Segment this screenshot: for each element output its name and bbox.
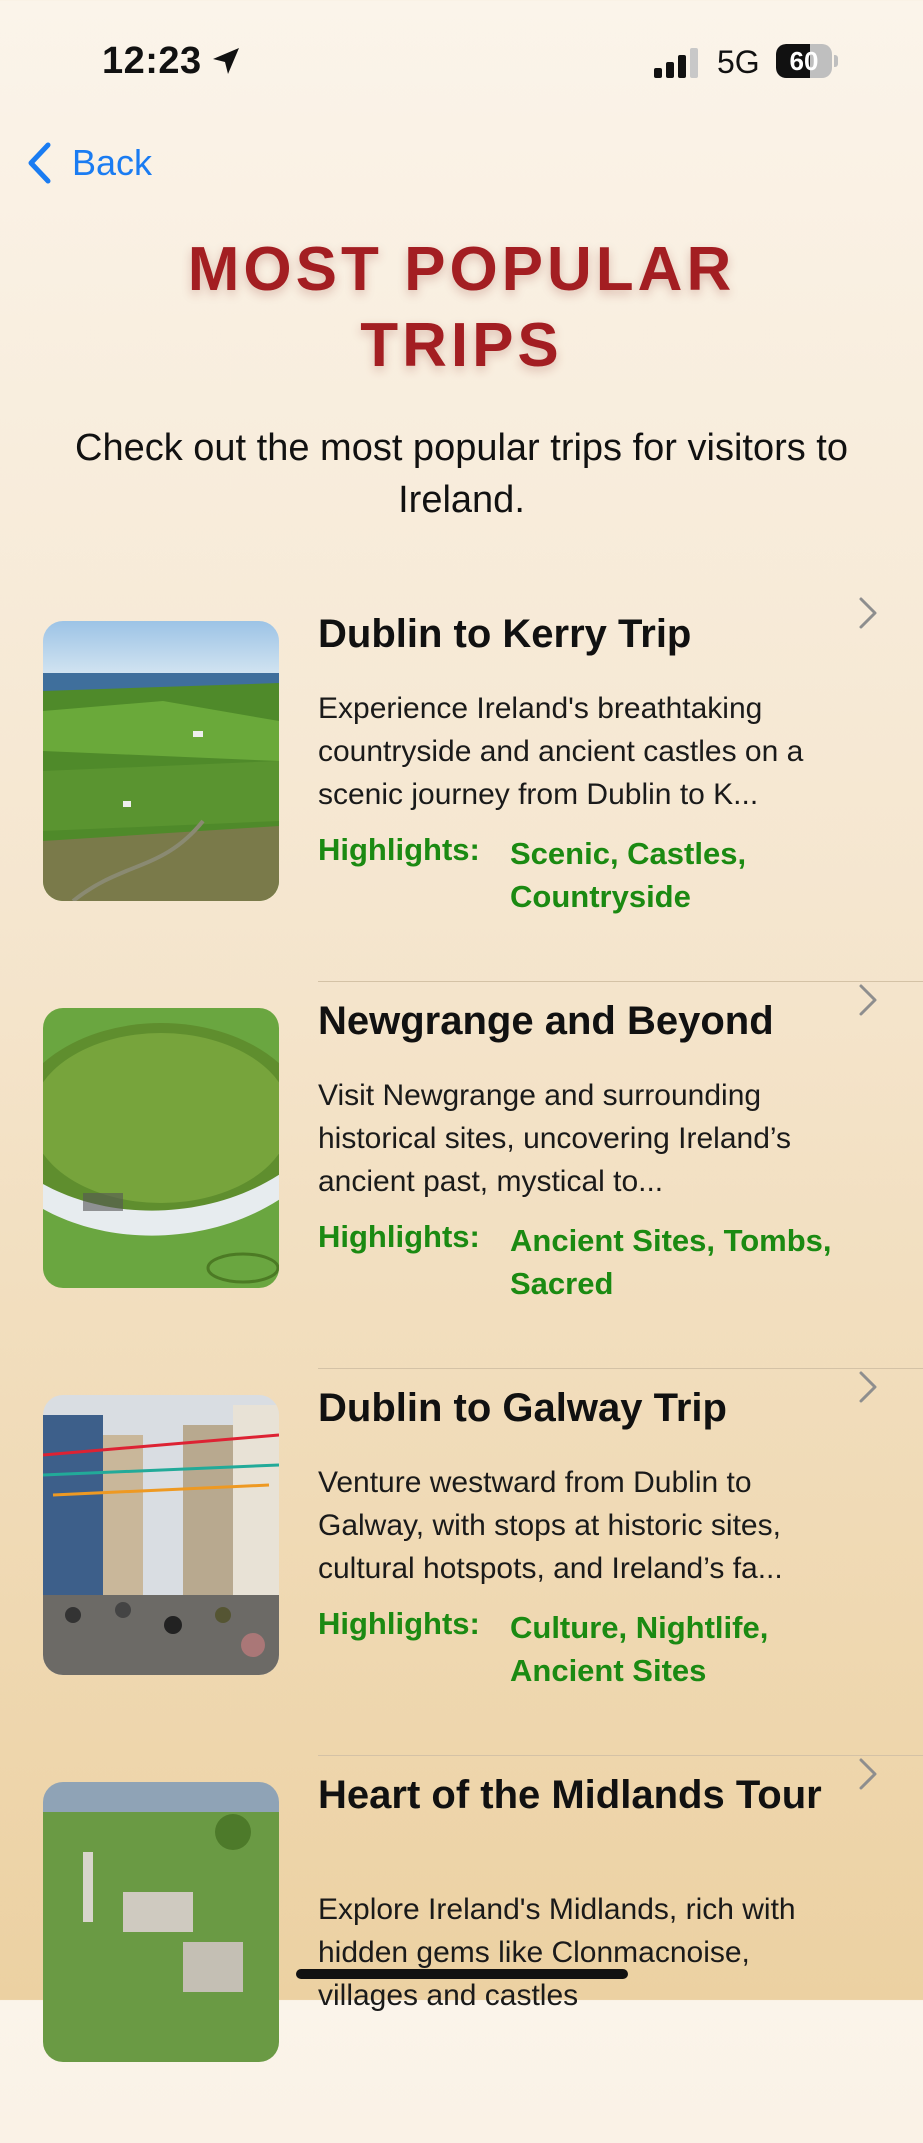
highlights-label: Highlights: (318, 1219, 480, 1254)
trip-photo-monastic-ruins (43, 1782, 279, 2062)
trip-title: Dublin to Galway Trip (318, 1386, 727, 1430)
home-indicator[interactable] (296, 1969, 628, 1979)
highlights-label: Highlights: (318, 832, 480, 867)
chevron-right-icon (859, 597, 877, 629)
trip-description: Experience Ireland's breathtaking countr… (318, 692, 804, 811)
trip-highlights: Scenic, Castles, Countryside (510, 836, 747, 914)
trip-description: Venture westward from Dublin to Galway, … (318, 1466, 783, 1585)
chevron-right-icon (859, 984, 877, 1016)
location-arrow-icon (213, 48, 239, 74)
page-subtitle: Check out the most popular trips for vis… (75, 427, 848, 521)
trip-row-dublin-galway[interactable]: Dublin to Galway Trip Venture westward f… (0, 1369, 923, 1756)
network-type: 5G (717, 44, 760, 80)
trip-description: Explore Ireland's Midlands, rich with hi… (318, 1893, 796, 2012)
status-bar: 12:23 5G 60 (0, 0, 923, 120)
trip-row-dublin-kerry[interactable]: Dublin to Kerry Trip Experience Ireland'… (0, 595, 923, 982)
cellular-signal-icon (654, 48, 698, 78)
back-label: Back (72, 142, 153, 183)
trip-row-newgrange[interactable]: Newgrange and Beyond Visit Newgrange and… (0, 982, 923, 1369)
chevron-right-icon (859, 1758, 877, 1790)
trip-photo-galway-street (43, 1395, 279, 1675)
battery-indicator: 60 (776, 44, 838, 78)
trip-title: Dublin to Kerry Trip (318, 612, 692, 656)
trip-highlights: Ancient Sites, Tombs, Sacred (510, 1223, 832, 1301)
trip-row-midlands[interactable]: Heart of the Midlands Tour Explore Irela… (0, 1756, 923, 2143)
chevron-left-icon (28, 142, 51, 184)
highlights-label: Highlights: (318, 1606, 480, 1641)
trip-photo-countryside (43, 621, 279, 901)
status-time: 12:23 (102, 40, 202, 82)
chevron-right-icon (859, 1371, 877, 1403)
back-button[interactable]: Back (26, 138, 152, 188)
trip-title: Newgrange and Beyond (318, 999, 774, 1043)
trip-title: Heart of the Midlands Tour (318, 1773, 822, 1817)
battery-percent: 60 (789, 46, 819, 76)
trip-photo-newgrange-mound (43, 1008, 279, 1288)
trip-highlights: Culture, Nightlife, Ancient Sites (510, 1610, 769, 1688)
page-title: MOST POPULAR TRIPS (187, 235, 736, 380)
trip-list: Dublin to Kerry Trip Experience Ireland'… (0, 595, 923, 2143)
trip-description: Visit Newgrange and surrounding historic… (318, 1079, 792, 1198)
